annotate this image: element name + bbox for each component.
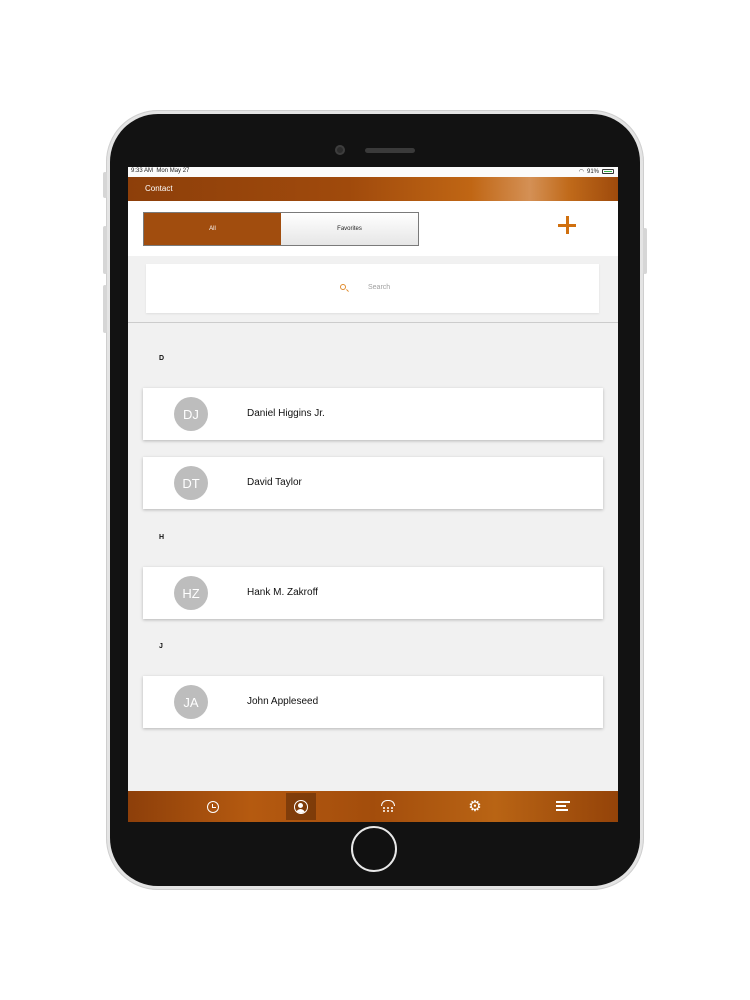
contact-card[interactable]: JA John Appleseed (143, 676, 603, 728)
status-right: ◠ 91% (579, 168, 614, 175)
screen: 9:33 AM Mon May 27 ◠ 91% Contact All Fav… (128, 167, 618, 822)
speaker (365, 148, 415, 153)
dialpad-icon (380, 799, 396, 814)
camera (335, 145, 345, 155)
volume-down-button (103, 285, 107, 333)
contact-name: David Taylor (247, 477, 302, 488)
section-header-h: H (159, 534, 165, 541)
settings-icon: ⚙ (468, 798, 482, 815)
wifi-icon: ◠ (578, 169, 584, 175)
contact-card[interactable]: DT David Taylor (143, 457, 603, 509)
add-contact-button[interactable] (554, 211, 582, 239)
battery-percent: 91% (586, 168, 599, 175)
segment-all[interactable]: All (144, 213, 281, 245)
top-toolbar: All Favorites (128, 201, 618, 257)
tab-settings[interactable]: ⚙ (460, 793, 490, 820)
battery-icon (602, 169, 614, 174)
avatar: JA (174, 685, 208, 719)
volume-up-button (103, 226, 107, 274)
page-title: Contact (145, 184, 173, 193)
section-header-d: D (159, 355, 165, 362)
menu-icon (556, 800, 570, 813)
search-icon (340, 284, 346, 290)
search-area: Search (128, 256, 618, 323)
contacts-icon (294, 799, 308, 814)
side-button-top (103, 172, 107, 198)
tab-contacts[interactable] (286, 793, 316, 820)
section-header-j: J (159, 643, 163, 650)
contact-name: John Appleseed (247, 696, 319, 707)
segment-favorites[interactable]: Favorites (281, 213, 418, 245)
bottom-tab-bar: ⚙ (128, 791, 618, 822)
search-placeholder: Search (368, 284, 391, 291)
search-input[interactable]: Search (146, 264, 599, 313)
status-bar: 9:33 AM Mon May 27 ◠ 91% (128, 167, 618, 177)
avatar: DT (174, 466, 208, 500)
power-button (643, 228, 647, 274)
contact-card[interactable]: HZ Hank M. Zakroff (143, 567, 603, 619)
tab-dialpad[interactable] (373, 793, 403, 820)
tab-history[interactable] (198, 793, 228, 820)
tab-menu[interactable] (548, 793, 578, 820)
avatar: DJ (174, 397, 208, 431)
contact-card[interactable]: DJ Daniel Higgins Jr. (143, 388, 603, 440)
home-button[interactable] (351, 826, 397, 872)
avatar: HZ (174, 576, 208, 610)
app-header: Contact (128, 177, 618, 201)
contact-name: Hank M. Zakroff (247, 587, 318, 598)
contact-name: Daniel Higgins Jr. (247, 408, 325, 419)
history-icon (207, 800, 219, 813)
segment-control: All Favorites (143, 212, 419, 246)
status-time: 9:33 AM Mon May 27 (131, 168, 190, 174)
